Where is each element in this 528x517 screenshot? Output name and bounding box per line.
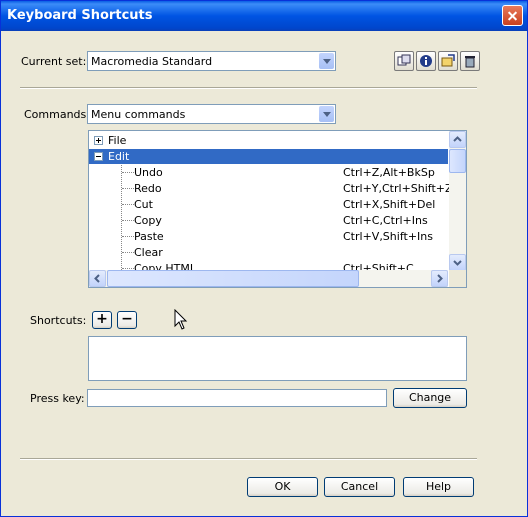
- tree-connector: [122, 188, 134, 189]
- tree-row-copy[interactable]: Copy Ctrl+C,Ctrl+Ins: [89, 213, 448, 228]
- vertical-scroll-thumb[interactable]: [449, 149, 466, 173]
- chevron-left-icon: [94, 274, 100, 283]
- tree-connector: [122, 268, 134, 269]
- command-name: Cut: [134, 198, 153, 211]
- tree-row-paste[interactable]: Paste Ctrl+V,Shift+Ins: [89, 229, 448, 244]
- window-title: Keyboard Shortcuts: [7, 8, 153, 23]
- shortcuts-label: Shortcuts:: [30, 314, 87, 327]
- duplicate-set-icon: [397, 54, 411, 66]
- duplicate-set-button[interactable]: [394, 51, 414, 71]
- command-keys: Ctrl+V,Shift+Ins: [343, 230, 433, 243]
- command-keys: Ctrl+C,Ctrl+Ins: [343, 214, 428, 227]
- horizontal-scroll-thumb[interactable]: [107, 270, 359, 287]
- chevron-down-icon: [319, 106, 334, 122]
- mouse-cursor-icon: [174, 309, 188, 330]
- commands-value: Menu commands: [91, 108, 186, 121]
- shortcuts-list[interactable]: [88, 336, 467, 381]
- tree-row-name: File: [108, 134, 127, 147]
- tree-connector: [122, 220, 134, 221]
- add-shortcut-button[interactable]: +: [92, 311, 112, 329]
- tree-row-redo[interactable]: Redo Ctrl+Y,Ctrl+Shift+Z: [89, 181, 453, 196]
- command-name: Paste: [134, 230, 164, 243]
- tree-connector: [122, 236, 134, 237]
- scroll-right-button[interactable]: [431, 270, 448, 287]
- export-set-button[interactable]: [438, 51, 458, 71]
- current-set-label: Current set:: [21, 55, 87, 68]
- tree-row-undo[interactable]: Undo Ctrl+Z,Alt+BkSp: [89, 165, 448, 180]
- tree-row-file[interactable]: File: [89, 133, 448, 148]
- delete-set-button[interactable]: [460, 51, 480, 71]
- chevron-down-icon: [453, 260, 462, 266]
- tree-row-name: Edit: [108, 150, 130, 163]
- tree-connector: [122, 204, 134, 205]
- remove-shortcut-button[interactable]: −: [117, 311, 137, 329]
- tree-row-clear[interactable]: Clear: [89, 245, 448, 260]
- info-button[interactable]: [416, 51, 436, 71]
- separator: [20, 87, 477, 89]
- keyboard-shortcuts-dialog: Keyboard Shortcuts Current set: Macromed…: [0, 0, 528, 517]
- change-button[interactable]: Change: [393, 388, 467, 408]
- cancel-button[interactable]: Cancel: [324, 477, 395, 497]
- command-name: Copy: [134, 214, 162, 227]
- command-keys: Ctrl+Z,Alt+BkSp: [343, 166, 435, 179]
- scroll-down-button[interactable]: [449, 254, 466, 271]
- command-keys: Ctrl+Y,Ctrl+Shift+Z: [343, 182, 453, 195]
- scroll-corner: [449, 270, 466, 287]
- tree-connector: [122, 252, 134, 253]
- title-bar: Keyboard Shortcuts: [1, 1, 527, 31]
- command-keys: Ctrl+X,Shift+Del: [343, 198, 436, 211]
- tree-connector: [122, 172, 134, 173]
- commands-label: Commands:: [24, 108, 90, 121]
- chevron-down-icon: [319, 53, 334, 69]
- press-key-label: Press key:: [30, 392, 85, 405]
- close-button[interactable]: [502, 5, 523, 26]
- commands-dropdown[interactable]: Menu commands: [87, 104, 336, 124]
- scroll-left-button[interactable]: [89, 270, 106, 287]
- chevron-right-icon: [437, 274, 443, 283]
- separator: [20, 458, 477, 460]
- export-html-icon: [441, 54, 455, 67]
- horizontal-scrollbar[interactable]: [89, 270, 448, 287]
- current-set-value: Macromedia Standard: [91, 55, 213, 68]
- tree-row-edit[interactable]: Edit: [89, 149, 448, 164]
- delete-set-icon: [465, 56, 475, 68]
- scroll-up-button[interactable]: [449, 131, 466, 148]
- help-button[interactable]: Help: [403, 477, 474, 497]
- command-name: Clear: [134, 246, 163, 259]
- commands-tree[interactable]: File Edit Undo Ctrl+Z,Alt+BkSp Redo Ctrl…: [88, 130, 467, 288]
- collapse-icon[interactable]: [94, 152, 103, 161]
- vertical-scrollbar[interactable]: [449, 131, 466, 271]
- tree-row-cut[interactable]: Cut Ctrl+X,Shift+Del: [89, 197, 448, 212]
- command-name: Redo: [134, 182, 162, 195]
- current-set-dropdown[interactable]: Macromedia Standard: [87, 51, 336, 71]
- info-icon: [420, 55, 432, 67]
- press-key-input[interactable]: [87, 389, 387, 407]
- ok-button[interactable]: OK: [247, 477, 318, 497]
- chevron-up-icon: [453, 136, 462, 142]
- expand-icon[interactable]: [94, 136, 103, 145]
- command-name: Undo: [134, 166, 163, 179]
